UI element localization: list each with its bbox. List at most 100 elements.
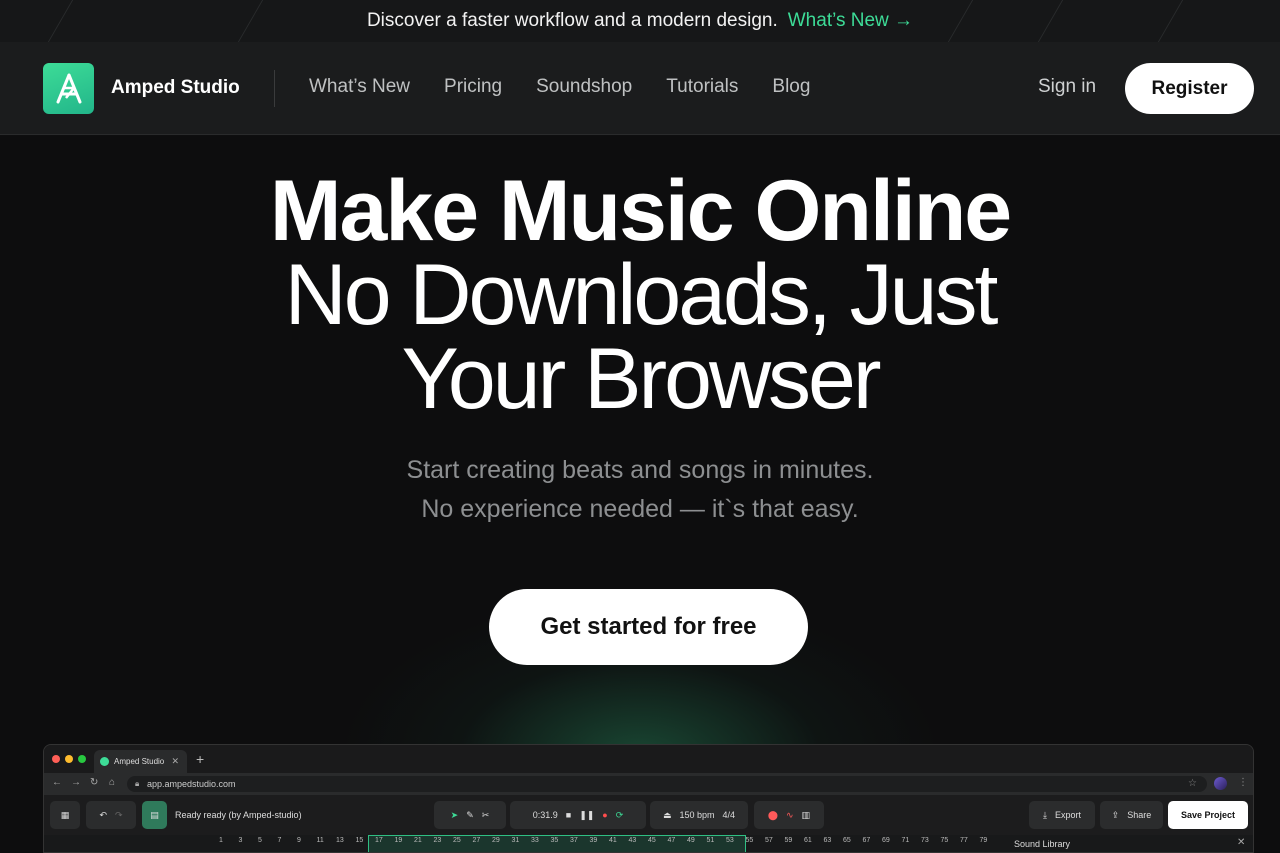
ruler-number: 51 xyxy=(706,837,715,844)
stop-icon: ■ xyxy=(565,810,572,820)
ruler-number: 63 xyxy=(823,837,832,844)
ruler-number: 1 xyxy=(219,837,223,844)
ruler-number: 75 xyxy=(940,837,949,844)
home-icon: ⌂ xyxy=(109,777,116,788)
header-divider xyxy=(274,70,275,107)
edit-tools-group: ➤ ✎ ✂ xyxy=(434,801,506,829)
status-text: Ready ready (by Amped-studio) xyxy=(175,810,302,820)
save-project-button: Save Project xyxy=(1168,801,1248,829)
pointer-icon: ➤ xyxy=(450,809,459,820)
ruler-number: 67 xyxy=(862,837,871,844)
brand-name[interactable]: Amped Studio xyxy=(111,77,240,99)
share-icon: ⇪ xyxy=(1111,809,1120,820)
ruler-number: 79 xyxy=(979,837,988,844)
hero-description-line1: Start creating beats and songs in minute… xyxy=(406,456,874,484)
ruler-number: 39 xyxy=(589,837,598,844)
app-preview-window: Amped Studio ✕ + ← → ↻ ⌂ 🔒︎ app.ampedstu… xyxy=(43,744,1254,853)
close-tab-icon: ✕ xyxy=(171,756,179,766)
ruler-number: 47 xyxy=(667,837,676,844)
pencil-icon: ✎ xyxy=(466,809,474,820)
nav-soundshop[interactable]: Soundshop xyxy=(536,76,632,98)
metronome-icon: ⏏ xyxy=(662,809,672,820)
whats-new-link[interactable]: What’s New → xyxy=(788,10,913,32)
ruler-number: 31 xyxy=(511,837,520,844)
bpm-display: 150 bpm xyxy=(679,810,715,820)
nav-blog[interactable]: Blog xyxy=(772,76,810,98)
ruler-number: 5 xyxy=(258,837,262,844)
pause-icon: ❚❚ xyxy=(579,809,595,820)
time-display: 0:31.9 xyxy=(532,810,558,820)
transport-group: 0:31.9 ■ ❚❚ ● ⟳ xyxy=(510,801,646,829)
export-button-wrap: ⤓ Export xyxy=(1029,801,1095,829)
ruler-number: 69 xyxy=(882,837,890,844)
ruler-number: 37 xyxy=(570,837,578,844)
ruler-number: 73 xyxy=(921,837,929,844)
tab-title: Amped Studio xyxy=(114,757,165,766)
loop-icon: ⟳ xyxy=(615,809,624,820)
download-icon: ⤓ xyxy=(1043,809,1047,820)
announcement-text: Discover a faster workflow and a modern … xyxy=(366,10,778,31)
forward-icon: → xyxy=(71,777,81,788)
get-started-button[interactable]: Get started for free xyxy=(489,589,808,665)
announcement-bar: Discover a faster workflow and a modern … xyxy=(0,0,1280,42)
ruler-number: 27 xyxy=(472,837,481,844)
browser-tab: Amped Studio ✕ xyxy=(94,750,187,773)
back-icon: ← xyxy=(52,777,62,788)
plugin-icon: ⬤ xyxy=(767,809,778,820)
ruler-number: 23 xyxy=(433,837,442,844)
register-button[interactable]: Register xyxy=(1125,63,1254,114)
close-library-icon: ✕ xyxy=(1237,837,1246,848)
ruler-number: 53 xyxy=(726,837,734,844)
sound-library-title: Sound Library xyxy=(1014,839,1071,849)
ruler-number: 15 xyxy=(355,837,364,844)
sign-in-link[interactable]: Sign in xyxy=(1038,76,1096,98)
hero-subtitle-line2: Your Browser xyxy=(401,331,881,427)
bookmark-star-icon: ☆ xyxy=(1188,778,1197,789)
timeline-ruler: Sound Library ✕ 1 3 5 7 9 11 13 15 17 19 21 23 25 27 2… xyxy=(44,835,1253,852)
site-header: Amped Studio What’s New Pricing Soundsho… xyxy=(0,42,1280,135)
browser-tab-bar: Amped Studio ✕ + xyxy=(44,745,1253,773)
scissors-icon: ✂ xyxy=(481,809,490,820)
ruler-number: 29 xyxy=(492,837,500,844)
tempo-group: ⏏ 150 bpm 4/4 xyxy=(650,801,748,829)
main-nav: What’s New Pricing Soundshop Tutorials B… xyxy=(309,76,844,98)
hero-description-line2: No experience needed — it`s that easy. xyxy=(421,495,859,523)
close-window-icon xyxy=(52,755,60,763)
redo-icon: ↷ xyxy=(115,809,123,820)
nav-pricing[interactable]: Pricing xyxy=(444,76,502,98)
amped-logo-icon[interactable] xyxy=(43,63,94,114)
ruler-number: 33 xyxy=(531,837,539,844)
ruler-number: 61 xyxy=(804,837,812,844)
ruler-number: 13 xyxy=(336,837,344,844)
ruler-number: 19 xyxy=(394,837,403,844)
ruler-number: 49 xyxy=(687,837,695,844)
ruler-number: 9 xyxy=(297,837,301,844)
extras-group: ⬤ ∿ ▥ xyxy=(754,801,824,829)
ruler-number: 11 xyxy=(316,837,324,844)
nav-tutorials[interactable]: Tutorials xyxy=(666,76,738,98)
ruler-number: 71 xyxy=(901,837,910,844)
browser-address-bar: ← → ↻ ⌂ 🔒︎ app.ampedstudio.com ☆ ⋮ xyxy=(44,773,1253,795)
undo-redo-group: ↶ ↷ xyxy=(86,801,136,829)
ruler-number: 17 xyxy=(375,837,383,844)
nav-whats-new[interactable]: What’s New xyxy=(309,76,410,98)
url-field: 🔒︎ app.ampedstudio.com xyxy=(127,776,1207,792)
undo-icon: ↶ xyxy=(99,809,107,820)
browser-menu-icon: ⋮ xyxy=(1238,777,1248,788)
ruler-number: 65 xyxy=(843,837,851,844)
ruler-number: 45 xyxy=(648,837,656,844)
time-signature: 4/4 xyxy=(722,810,736,820)
profile-avatar xyxy=(1214,777,1227,790)
automation-icon: ∿ xyxy=(786,809,794,820)
ruler-number: 25 xyxy=(453,837,461,844)
share-label: Share xyxy=(1127,810,1152,820)
record-icon: ● xyxy=(602,810,608,820)
ruler-number: 35 xyxy=(550,837,559,844)
daw-toolbar: ▦ ↶ ↷ ▤ Ready ready (by Amped-studio) ➤ … xyxy=(44,795,1253,835)
grid-icon: ▦ xyxy=(50,801,80,829)
piano-icon: ▥ xyxy=(801,809,811,820)
maximize-window-icon xyxy=(78,755,86,763)
ruler-number: 21 xyxy=(414,837,422,844)
ruler-number: 43 xyxy=(628,837,637,844)
ruler-number: 41 xyxy=(609,837,617,844)
